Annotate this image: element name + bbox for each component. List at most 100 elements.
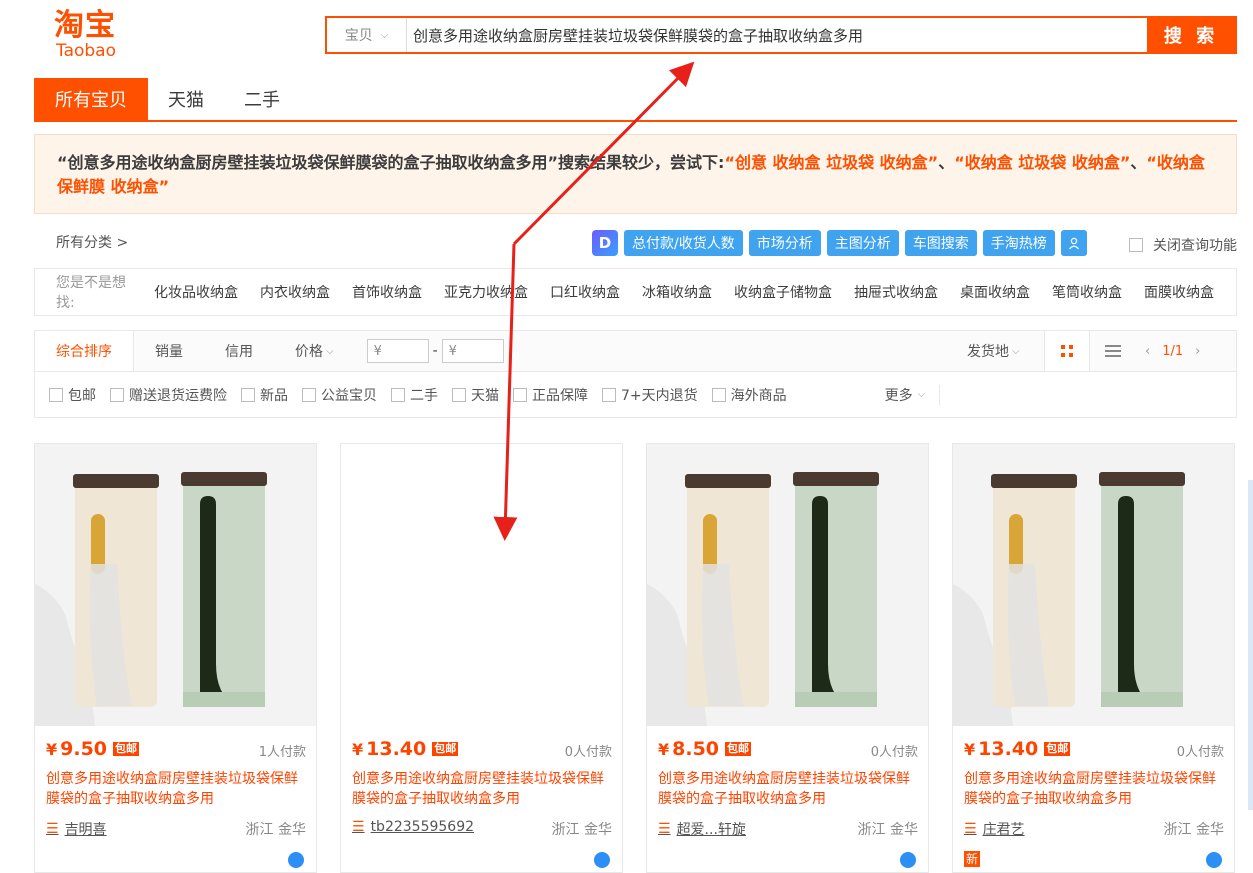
plugin-logo-icon[interactable]: D	[592, 230, 618, 256]
grid-view-icon[interactable]	[1044, 331, 1090, 371]
wangwang-chat-icon[interactable]	[594, 852, 610, 868]
price-max-input[interactable]: ¥	[441, 339, 504, 363]
product-image[interactable]	[953, 444, 1234, 726]
ship-from-select[interactable]: 发货地 ⌵	[967, 331, 1020, 371]
checkbox[interactable]	[711, 387, 726, 402]
suggest-item[interactable]: 亚克力收纳盒	[444, 282, 528, 302]
more-filters-button[interactable]: 更多 ⌵	[885, 384, 941, 405]
product-image[interactable]	[35, 444, 316, 726]
product-title[interactable]: 创意多用途收纳盒厨房壁挂装垃圾袋保鲜膜袋的盒子抽取收纳盒多用	[658, 769, 920, 809]
suggest-item[interactable]: 首饰收纳盒	[352, 282, 422, 302]
chevron-down-icon: ⌵	[380, 29, 389, 41]
price-min-input[interactable]: ¥	[366, 339, 429, 363]
ship-from-label: 发货地	[967, 344, 1009, 360]
filter-return-insurance[interactable]: 赠送退货运费险	[110, 385, 227, 405]
tab-tmall[interactable]: 天猫	[148, 78, 224, 120]
product-title[interactable]: 创意多用途收纳盒厨房壁挂装垃圾袋保鲜膜袋的盒子抽取收纳盒多用	[352, 769, 614, 809]
suggest-item[interactable]: 抽屉式收纳盒	[854, 282, 938, 302]
free-shipping-badge: 包邮	[432, 742, 459, 756]
suggest-item[interactable]: 内衣收纳盒	[260, 282, 330, 302]
checkbox[interactable]	[302, 387, 316, 402]
product-card[interactable]: ¥8.50 包邮 0人付款 创意多用途收纳盒厨房壁挂装垃圾袋保鲜膜袋的盒子抽取收纳…	[646, 443, 929, 873]
shop-icon: ☰	[658, 821, 671, 837]
sort-default[interactable]: 综合排序	[35, 331, 134, 371]
product-card[interactable]: ¥13.40 包邮 0人付款 创意多用途收纳盒厨房壁挂装垃圾袋保鲜膜袋的盒子抽取收…	[952, 443, 1235, 873]
filter-secondhand[interactable]: 二手	[391, 385, 438, 405]
suggest-item[interactable]: 笔筒收纳盒	[1052, 282, 1122, 302]
product-image[interactable]	[341, 444, 622, 726]
price-value: 13.40	[978, 738, 1039, 760]
filter-label: 二手	[410, 387, 438, 404]
prev-page-icon[interactable]: ‹	[1145, 344, 1150, 359]
shop-link[interactable]: ☰ 庄君艺	[964, 819, 1025, 839]
tab-all[interactable]: 所有宝贝	[34, 78, 148, 120]
product-card[interactable]: ¥13.40 包邮 0人付款 创意多用途收纳盒厨房壁挂装垃圾袋保鲜膜袋的盒子抽取收…	[340, 443, 623, 873]
filter-charity[interactable]: 公益宝贝	[302, 385, 377, 405]
checkbox[interactable]	[49, 387, 63, 402]
search-input[interactable]: 创意多用途收纳盒厨房壁挂装垃圾袋保鲜膜袋的盒子抽取收纳盒多用	[407, 18, 1147, 52]
tab-secondhand[interactable]: 二手	[224, 78, 300, 120]
right-sidebar-edge	[1246, 0, 1253, 864]
product-image[interactable]	[647, 444, 928, 726]
tip-suggestion-1[interactable]: “创意 收纳盒 垃圾袋 收纳盒”	[724, 153, 938, 172]
close-query-toggle[interactable]: 关闭查询功能	[1129, 235, 1237, 255]
product-price: ¥9.50 包邮	[46, 738, 140, 760]
user-icon[interactable]	[1060, 230, 1087, 256]
shop-icon: ☰	[964, 821, 977, 837]
filter-new[interactable]: 新品	[241, 385, 288, 405]
sort-price[interactable]: 价格 ⌵	[274, 331, 355, 371]
search-button[interactable]: 搜 索	[1147, 18, 1235, 52]
filter-7day-return[interactable]: 7+天内退货	[602, 385, 698, 405]
shop-link[interactable]: ☰ tb2235595692	[352, 819, 474, 835]
checkbox[interactable]	[110, 387, 124, 402]
filter-label: 天猫	[471, 387, 499, 404]
close-query-checkbox[interactable]	[1129, 238, 1143, 252]
deal-count: 0人付款	[1176, 745, 1224, 760]
tool-main-image-analysis[interactable]: 主图分析	[826, 230, 899, 256]
list-view-icon[interactable]	[1090, 331, 1136, 371]
suggest-item[interactable]: 化妆品收纳盒	[154, 282, 238, 302]
filter-overseas[interactable]: 海外商品	[711, 385, 787, 405]
filter-tmall[interactable]: 天猫	[452, 385, 499, 405]
tool-total-payers[interactable]: 总付款/收货人数	[624, 230, 743, 256]
taobao-logo[interactable]: 淘宝 Taobao	[54, 10, 134, 62]
filter-label: 公益宝贝	[321, 387, 377, 404]
sort-sales[interactable]: 销量	[134, 331, 204, 371]
suggest-item[interactable]: 冰箱收纳盒	[642, 282, 712, 302]
checkbox[interactable]	[602, 387, 616, 402]
price-range: ¥ - ¥	[366, 339, 504, 363]
suggest-item[interactable]: 收纳盒子储物盒	[734, 282, 832, 302]
product-title[interactable]: 创意多用途收纳盒厨房壁挂装垃圾袋保鲜膜袋的盒子抽取收纳盒多用	[964, 769, 1226, 809]
checkbox[interactable]	[391, 387, 405, 402]
product-title[interactable]: 创意多用途收纳盒厨房壁挂装垃圾袋保鲜膜袋的盒子抽取收纳盒多用	[46, 769, 308, 809]
tip-suggestion-2[interactable]: “收纳盒 垃圾袋 收纳盒”	[954, 153, 1130, 172]
location: 浙江 金华	[1163, 822, 1224, 838]
shop-link[interactable]: ☰ 吉明喜	[46, 819, 107, 839]
search-scope-select[interactable]: 宝贝 ⌵	[327, 18, 407, 52]
filter-label: 赠送退货运费险	[129, 387, 227, 404]
search-tabs: 所有宝贝 天猫 二手	[34, 78, 1237, 122]
product-card[interactable]: ¥9.50 包邮 1人付款 创意多用途收纳盒厨房壁挂装垃圾袋保鲜膜袋的盒子抽取收纳…	[34, 443, 317, 873]
checkbox[interactable]	[241, 387, 255, 402]
suggest-item[interactable]: 面膜收纳盒	[1144, 282, 1214, 302]
wangwang-chat-icon[interactable]	[1206, 852, 1222, 868]
wangwang-chat-icon[interactable]	[900, 852, 916, 868]
filter-label: 包邮	[68, 387, 96, 404]
filter-genuine[interactable]: 正品保障	[513, 385, 588, 405]
wangwang-chat-icon[interactable]	[288, 852, 304, 868]
filter-label: 7+天内退货	[621, 387, 698, 404]
checkbox[interactable]	[452, 387, 466, 402]
tool-market-analysis[interactable]: 市场分析	[748, 230, 821, 256]
suggest-item[interactable]: 口红收纳盒	[550, 282, 620, 302]
tool-image-search[interactable]: 车图搜索	[904, 230, 977, 256]
next-page-icon[interactable]: ›	[1195, 344, 1200, 359]
few-results-tip: “创意多用途收纳盒厨房壁挂装垃圾袋保鲜膜袋的盒子抽取收纳盒多用”搜索结果较少，尝…	[34, 134, 1237, 214]
suggest-item[interactable]: 桌面收纳盒	[960, 282, 1030, 302]
filter-free-shipping[interactable]: 包邮	[49, 385, 96, 405]
sort-credit[interactable]: 信用	[204, 331, 274, 371]
checkbox[interactable]	[513, 387, 527, 402]
all-categories-link[interactable]: 所有分类 >	[56, 232, 128, 252]
shop-link[interactable]: ☰ 超爱...轩旋	[658, 819, 746, 839]
tool-hot-list[interactable]: 手淘热榜	[982, 230, 1055, 256]
free-shipping-badge: 包邮	[1044, 742, 1071, 756]
